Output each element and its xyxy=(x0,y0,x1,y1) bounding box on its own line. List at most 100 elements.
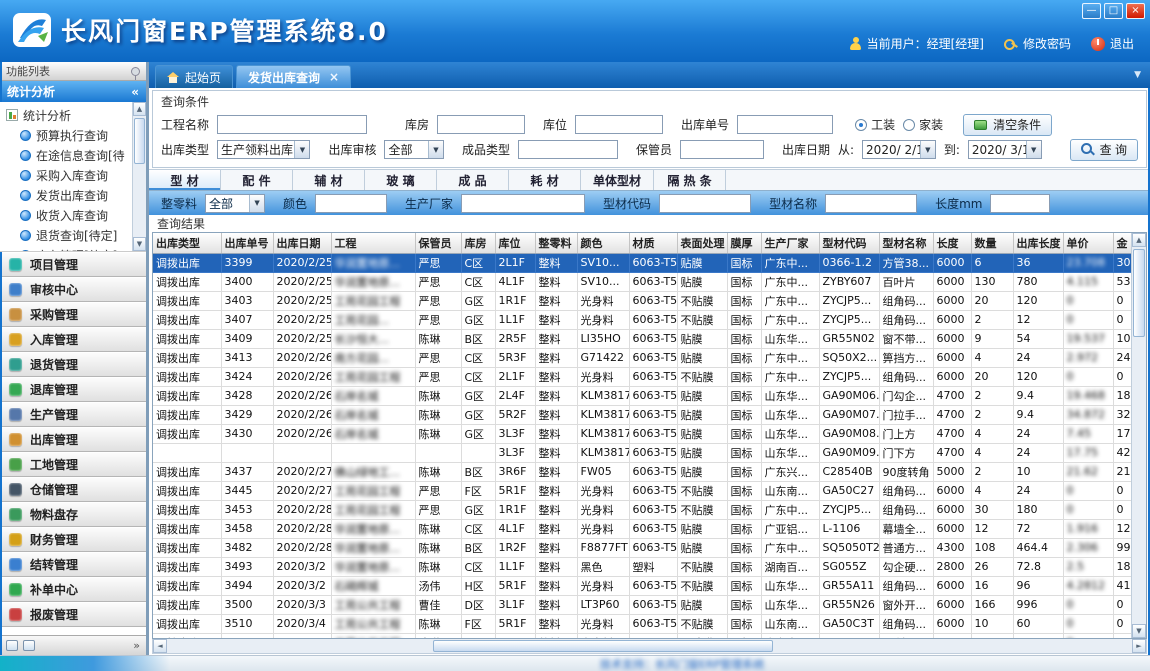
cell-maker[interactable]: 山东华... xyxy=(761,329,819,348)
cell-warehouse[interactable]: F区 xyxy=(461,481,495,500)
cell-color[interactable]: KLM3817 xyxy=(577,405,629,424)
cell-out-length[interactable]: 9.4 xyxy=(1013,405,1063,424)
tree-item[interactable]: 预算执行查询 xyxy=(6,125,132,145)
cell-price[interactable]: 2.5 xyxy=(1063,557,1113,576)
cell-date[interactable]: 2020/2/28 xyxy=(273,538,331,557)
cell-project[interactable]: 华润置地原... xyxy=(331,519,415,538)
cell-profile-name[interactable]: 门勾企... xyxy=(879,386,933,405)
cell-color[interactable]: 光身料 xyxy=(577,310,629,329)
cell-length[interactable]: 6000 xyxy=(933,519,971,538)
cell-type[interactable]: 调拨出库 xyxy=(153,500,221,519)
sidebar-menu-item[interactable]: 退货管理 xyxy=(0,352,146,377)
material-tab[interactable]: 耗 材 xyxy=(509,170,581,190)
cell-keeper[interactable]: 汤伟 xyxy=(415,576,461,595)
cell-date[interactable]: 2020/3/2 xyxy=(273,576,331,595)
tree-item[interactable]: 在途信息查询[待 xyxy=(6,145,132,165)
pin-icon[interactable] xyxy=(131,67,140,76)
cell-project[interactable] xyxy=(331,443,415,462)
cell-amount[interactable]: 123 xyxy=(1113,519,1131,538)
cell-amount[interactable]: 0 xyxy=(1113,595,1131,614)
collapse-icon[interactable]: « xyxy=(131,85,139,99)
cell-profile-name[interactable]: 幕墙全... xyxy=(879,519,933,538)
cell-profile-code[interactable]: GA90M06... xyxy=(819,386,879,405)
panel-view-icon[interactable] xyxy=(6,640,18,651)
tree-vertical-scrollbar[interactable]: ▲ ▼ xyxy=(132,102,146,251)
cell-type[interactable]: 调拨出库 xyxy=(153,386,221,405)
cell-color[interactable]: 光身料 xyxy=(577,500,629,519)
cell-location[interactable]: 4L1F xyxy=(495,272,535,291)
cell-out-length[interactable]: 96 xyxy=(1013,576,1063,595)
cell-surface[interactable]: 贴膜 xyxy=(677,329,727,348)
cell-whole-part[interactable]: 整料 xyxy=(535,253,577,272)
cell-date[interactable]: 2020/2/25 xyxy=(273,310,331,329)
cell-film[interactable]: 国标 xyxy=(727,367,761,386)
cell-date[interactable]: 2020/2/26 xyxy=(273,405,331,424)
cell-length[interactable]: 6000 xyxy=(933,291,971,310)
cell-qty[interactable]: 20 xyxy=(971,291,1013,310)
cell-material[interactable]: 6063-T5 xyxy=(629,367,677,386)
cell-qty[interactable]: 20 xyxy=(971,367,1013,386)
table-row[interactable]: 调拨出库34132020/2/26南方花园...严思C区5R3F整料G71422… xyxy=(153,348,1131,367)
cell-profile-name[interactable]: 组角码... xyxy=(879,481,933,500)
material-tab[interactable]: 型 材 xyxy=(149,170,221,190)
cell-price[interactable]: 0 xyxy=(1063,367,1113,386)
cell-keeper[interactable]: 陈琳 xyxy=(415,519,461,538)
cell-profile-code[interactable]: GR55A11 xyxy=(819,576,879,595)
cell-project[interactable]: 石岸名城 xyxy=(331,405,415,424)
cell-warehouse[interactable]: G区 xyxy=(461,424,495,443)
cell-keeper[interactable]: 严思 xyxy=(415,310,461,329)
cell-material[interactable]: 6063-T5 xyxy=(629,310,677,329)
cell-surface[interactable]: 不贴膜 xyxy=(677,614,727,633)
cell-profile-code[interactable]: L-1106 xyxy=(819,519,879,538)
column-header-color[interactable]: 颜色 xyxy=(577,233,629,253)
keeper-input[interactable] xyxy=(680,140,764,159)
sidebar-menu-item[interactable]: 审核中心 xyxy=(0,277,146,302)
cell-length[interactable]: 4700 xyxy=(933,443,971,462)
cell-film[interactable]: 国标 xyxy=(727,291,761,310)
cell-length[interactable]: 6000 xyxy=(933,595,971,614)
cell-amount[interactable]: 41 xyxy=(1113,576,1131,595)
cell-project[interactable]: 长沙恒大... xyxy=(331,329,415,348)
tree-root-statistics[interactable]: 统计分析 xyxy=(6,105,132,125)
cell-film[interactable]: 国标 xyxy=(727,576,761,595)
cell-maker[interactable]: 山东华... xyxy=(761,576,819,595)
outbound-audit-select[interactable]: 全部 ▼ xyxy=(384,140,443,159)
cell-maker[interactable]: 广亚铝... xyxy=(761,519,819,538)
scroll-left-arrow[interactable]: ◄ xyxy=(153,639,167,653)
cell-profile-code[interactable]: GA90M09... xyxy=(819,443,879,462)
cell-order-no[interactable]: 3403 xyxy=(221,291,273,310)
cell-film[interactable]: 国标 xyxy=(727,557,761,576)
cell-material[interactable]: 6063-T5 xyxy=(629,576,677,595)
cell-maker[interactable]: 广东中... xyxy=(761,310,819,329)
cell-maker[interactable]: 广东中... xyxy=(761,253,819,272)
cell-profile-name[interactable]: 普通方... xyxy=(879,538,933,557)
cell-project[interactable]: 石碣辉城 xyxy=(331,576,415,595)
cell-order-no[interactable]: 3413 xyxy=(221,348,273,367)
cell-profile-code[interactable]: GA50C27 xyxy=(819,481,879,500)
cell-length[interactable]: 2800 xyxy=(933,557,971,576)
cell-length[interactable]: 6000 xyxy=(933,348,971,367)
sidebar-menu-item[interactable]: 生产管理 xyxy=(0,402,146,427)
cell-order-no[interactable]: 3407 xyxy=(221,310,273,329)
cell-warehouse[interactable]: G区 xyxy=(461,405,495,424)
cell-qty[interactable]: 130 xyxy=(971,272,1013,291)
cell-material[interactable]: 6063-T5 xyxy=(629,443,677,462)
cell-warehouse[interactable]: F区 xyxy=(461,614,495,633)
cell-profile-code[interactable]: ZYCJP5... xyxy=(819,367,879,386)
table-row[interactable]: 调拨出库35122020/3/4工苑公共工程陈琳F区1L2F整料光身料6063-… xyxy=(153,633,1131,638)
cell-film[interactable]: 国标 xyxy=(727,272,761,291)
cell-date[interactable]: 2020/3/3 xyxy=(273,595,331,614)
table-row[interactable]: 调拨出库34532020/2/28工苑花园工程严思G区1R1F整料光身料6063… xyxy=(153,500,1131,519)
cell-amount[interactable]: 0 xyxy=(1113,500,1131,519)
tab-home[interactable]: 起始页 xyxy=(155,65,233,88)
material-tab[interactable]: 配 件 xyxy=(221,170,293,190)
cell-warehouse[interactable]: C区 xyxy=(461,519,495,538)
cell-amount[interactable]: 423 xyxy=(1113,443,1131,462)
table-row[interactable]: 调拨出库35102020/3/4工苑公共工程陈琳F区5R1F整料光身料6063-… xyxy=(153,614,1131,633)
column-header-warehouse[interactable]: 库房 xyxy=(461,233,495,253)
cell-project[interactable]: 华润置地原... xyxy=(331,538,415,557)
color-input[interactable] xyxy=(315,194,387,213)
cell-warehouse[interactable]: D区 xyxy=(461,595,495,614)
column-header-type[interactable]: 出库类型 xyxy=(153,233,221,253)
cell-color[interactable]: LI35HO xyxy=(577,329,629,348)
